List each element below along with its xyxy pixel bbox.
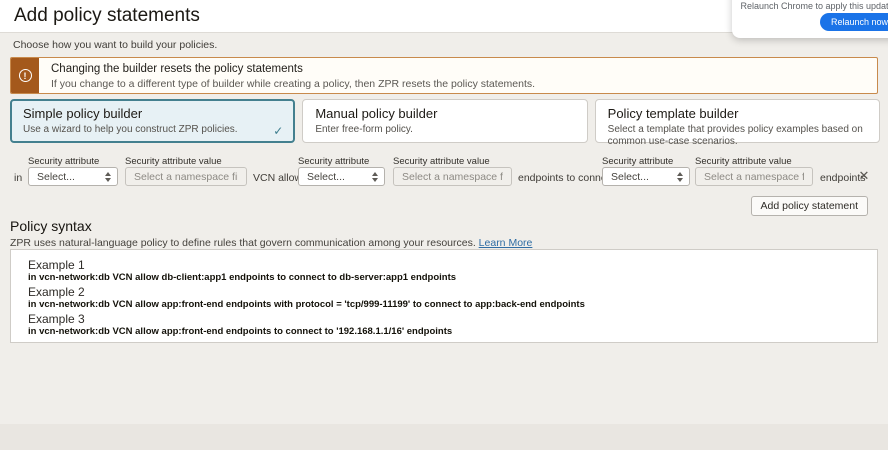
warning-icon: ! <box>19 69 32 82</box>
warning-banner-texts: Changing the builder resets the policy s… <box>39 58 547 93</box>
security-attribute-value-label-1: Security attribute value <box>125 156 222 167</box>
security-attribute-label-3: Security attribute <box>602 156 673 167</box>
chevron-updown-icon <box>677 172 683 182</box>
security-attribute-label-1: Security attribute <box>28 156 99 167</box>
card-policy-template-builder[interactable]: Policy template builder Select a templat… <box>595 99 880 143</box>
chevron-updown-icon <box>372 172 378 182</box>
security-attribute-value-input-1[interactable] <box>125 167 247 186</box>
card-title: Manual policy builder <box>315 106 574 121</box>
example-statement: in vcn-network:db VCN allow db-client:ap… <box>28 272 860 284</box>
learn-more-link[interactable]: Learn More <box>479 237 533 249</box>
select-value: Select... <box>307 171 345 183</box>
relaunch-now-button[interactable]: Relaunch now <box>820 13 888 31</box>
security-attribute-select-2[interactable]: Select... <box>298 167 385 186</box>
page-title: Add policy statements <box>14 5 200 27</box>
security-attribute-value-label-3: Security attribute value <box>695 156 792 167</box>
statement-prefix-label: in <box>14 172 22 184</box>
security-attribute-value-input-2[interactable] <box>393 167 512 186</box>
builder-card-row: Simple policy builder Use a wizard to he… <box>10 99 880 143</box>
warning-banner: ! Changing the builder resets the policy… <box>10 57 878 94</box>
security-attribute-select-3[interactable]: Select... <box>602 167 690 186</box>
desktop-edge-strip <box>0 424 888 450</box>
chrome-update-popup: Relaunch Chrome to apply this update Rel… <box>732 0 888 38</box>
add-policy-statement-button[interactable]: Add policy statement <box>751 196 868 216</box>
check-icon: ✓ <box>273 124 283 138</box>
intro-text: Choose how you want to build your polici… <box>13 39 217 51</box>
policy-syntax-heading: Policy syntax <box>10 218 92 234</box>
policy-examples-box: Example 1 in vcn-network:db VCN allow db… <box>10 249 878 343</box>
security-attribute-value-label-2: Security attribute value <box>393 156 490 167</box>
card-description: Use a wizard to help you construct ZPR p… <box>23 124 282 136</box>
example-label: Example 1 <box>28 258 860 272</box>
remove-statement-close-icon[interactable]: ✕ <box>856 168 872 184</box>
select-value: Select... <box>37 171 75 183</box>
chevron-updown-icon <box>105 172 111 182</box>
card-simple-policy-builder[interactable]: Simple policy builder Use a wizard to he… <box>10 99 295 143</box>
warning-body: If you change to a different type of bui… <box>51 78 535 90</box>
statement-connector-vcn-allow: VCN allow <box>253 172 302 184</box>
card-manual-policy-builder[interactable]: Manual policy builder Enter free-form po… <box>302 99 587 143</box>
security-attribute-select-1[interactable]: Select... <box>28 167 118 186</box>
card-description: Select a template that provides policy e… <box>608 124 867 148</box>
card-title: Policy template builder <box>608 106 867 121</box>
example-label: Example 2 <box>28 285 860 299</box>
warning-title: Changing the builder resets the policy s… <box>51 63 535 75</box>
chrome-update-message: Relaunch Chrome to apply this update <box>736 1 888 11</box>
select-value: Select... <box>611 171 649 183</box>
card-description: Enter free-form policy. <box>315 124 574 136</box>
example-statement: in vcn-network:db VCN allow app:front-en… <box>28 326 860 338</box>
warning-banner-accent: ! <box>11 58 39 93</box>
security-attribute-label-2: Security attribute <box>298 156 369 167</box>
security-attribute-value-input-3[interactable] <box>695 167 813 186</box>
policy-syntax-description: ZPR uses natural-language policy to defi… <box>10 237 532 249</box>
example-label: Example 3 <box>28 312 860 326</box>
example-statement: in vcn-network:db VCN allow app:front-en… <box>28 299 860 311</box>
card-title: Simple policy builder <box>23 106 282 121</box>
policy-syntax-description-text: ZPR uses natural-language policy to defi… <box>10 237 476 249</box>
